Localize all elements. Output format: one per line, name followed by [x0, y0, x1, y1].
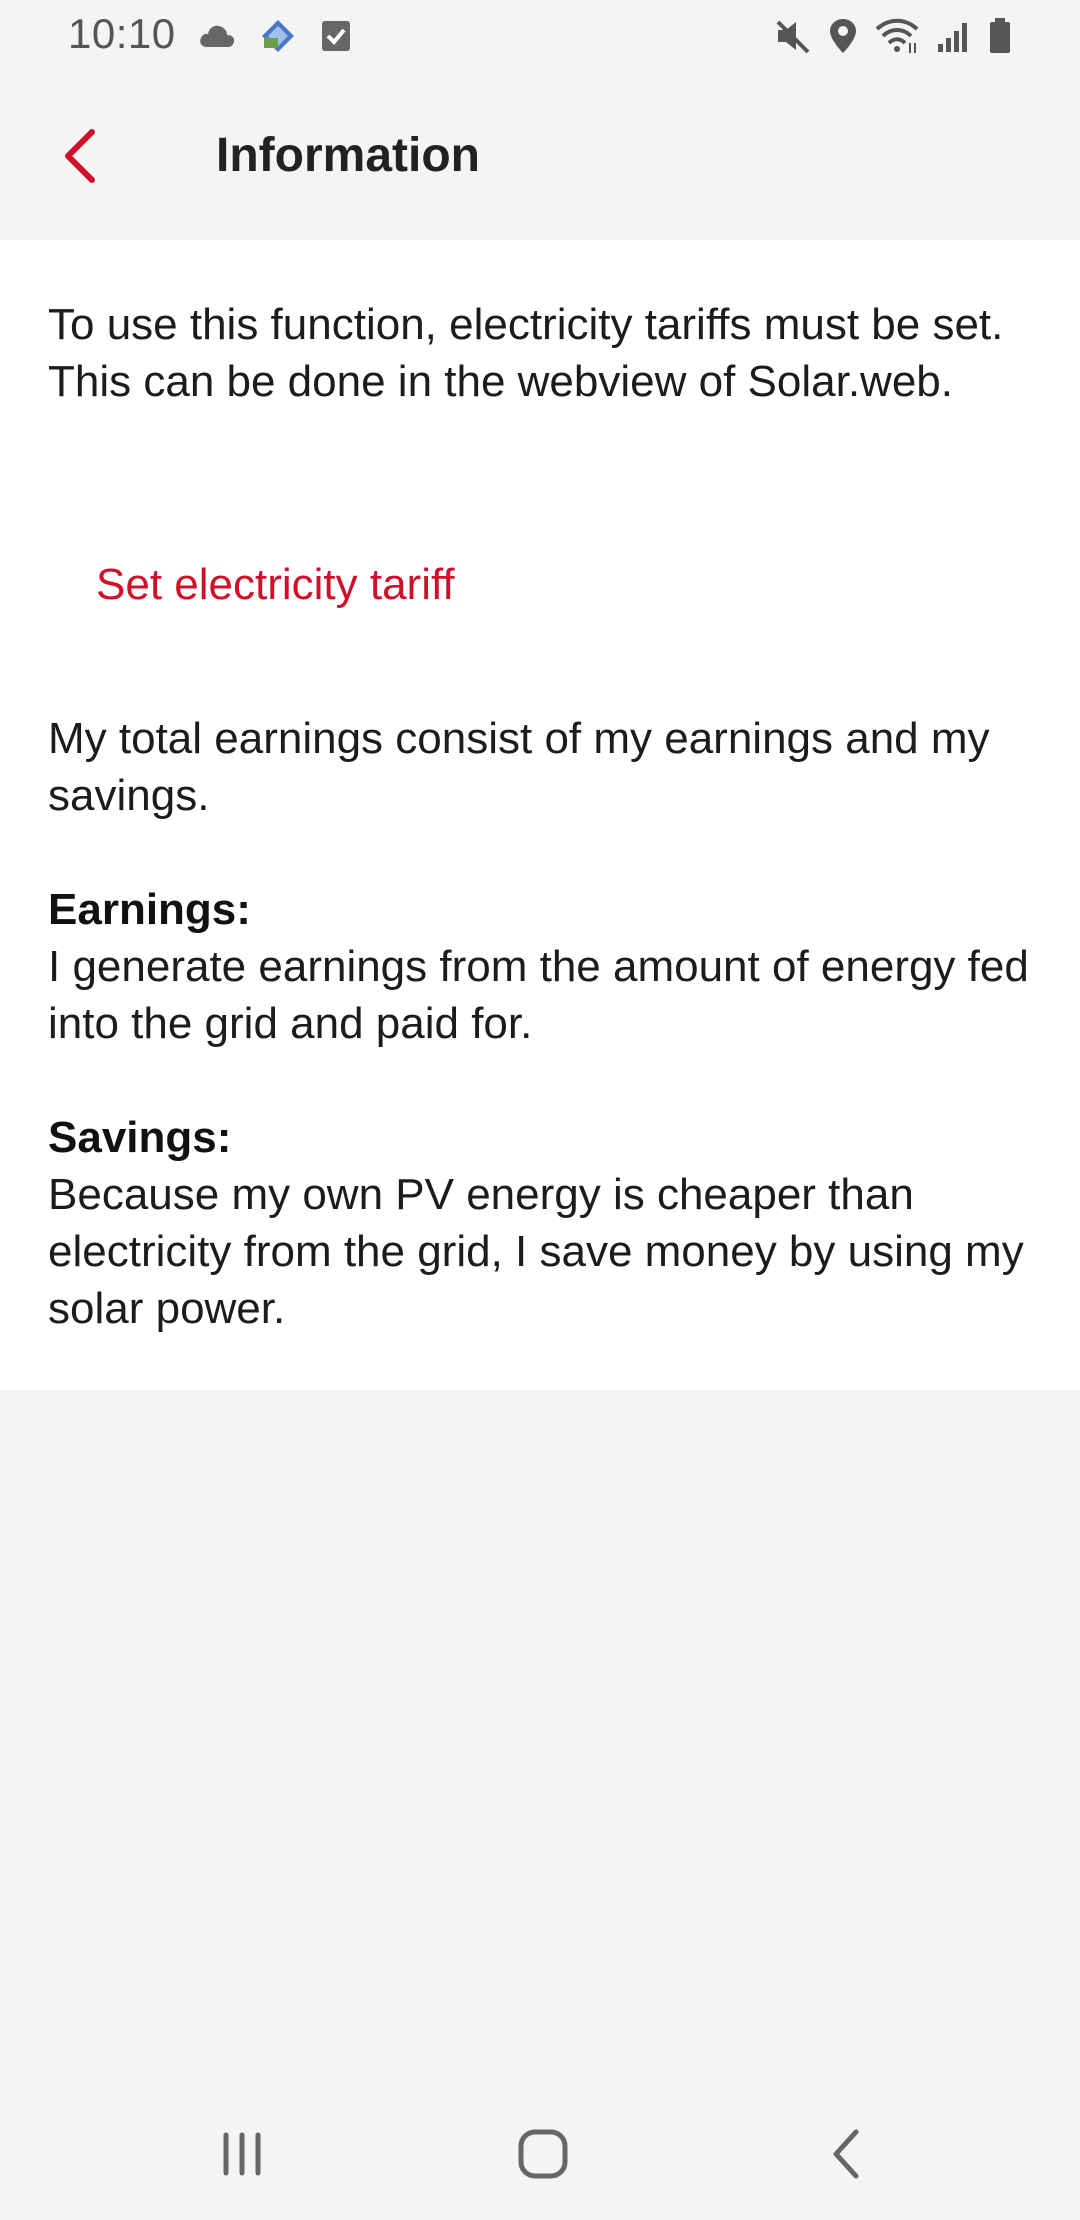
home-icon [517, 2128, 569, 2185]
system-back-button[interactable] [796, 2120, 896, 2192]
status-bar: 10:10 [0, 0, 1080, 72]
mute-icon [774, 18, 812, 54]
chevron-left-icon [60, 128, 100, 189]
page-title: Information [216, 129, 480, 182]
content-card: To use this function, electricity tariff… [0, 240, 1080, 1390]
system-navigation-bar [0, 2090, 1080, 2220]
status-left-icons [198, 16, 352, 56]
checkbox-notification-icon [320, 19, 352, 53]
savings-heading: Savings: [48, 1113, 232, 1162]
location-icon [828, 17, 858, 55]
cloud-icon [198, 23, 236, 49]
earnings-text: I generate earnings from the amount of e… [48, 942, 1029, 1048]
set-electricity-tariff-link[interactable]: Set electricity tariff [96, 556, 455, 613]
earnings-heading: Earnings: [48, 885, 251, 934]
recents-icon [218, 2131, 266, 2182]
status-time: 10:10 [68, 10, 176, 57]
status-right-icons [774, 14, 1012, 58]
app-bar: Information [0, 72, 1080, 240]
signal-icon [936, 18, 972, 54]
back-button[interactable] [36, 114, 124, 202]
total-earnings-text: My total earnings consist of my earnings… [48, 714, 990, 820]
battery-icon [988, 17, 1012, 55]
home-button[interactable] [493, 2120, 593, 2192]
back-icon [828, 2128, 864, 2185]
intro-text: To use this function, electricity tariff… [48, 300, 1004, 406]
wifi-icon [874, 17, 920, 55]
app-notification-icon [258, 18, 298, 54]
recents-button[interactable] [192, 2120, 292, 2192]
savings-text: Because my own PV energy is cheaper than… [48, 1170, 1024, 1333]
